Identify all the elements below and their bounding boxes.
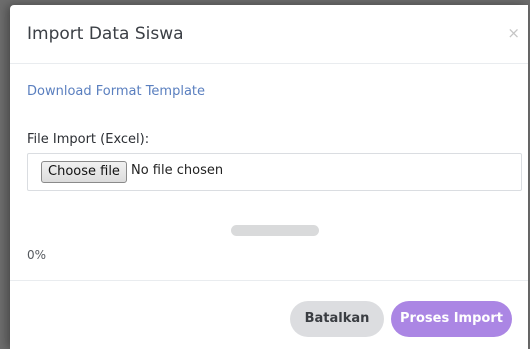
modal-footer: Batalkan Proses Import — [10, 280, 528, 349]
choose-file-button[interactable]: Choose file — [41, 161, 127, 183]
file-import-label: File Import (Excel): — [27, 132, 150, 147]
progress-bar — [231, 225, 319, 236]
import-modal: Import Data Siswa × Download Format Temp… — [10, 5, 528, 349]
cancel-button[interactable]: Batalkan — [290, 301, 384, 337]
file-input[interactable]: Choose file No file chosen — [27, 153, 522, 191]
modal-title: Import Data Siswa — [27, 24, 184, 44]
file-status-text: No file chosen — [131, 163, 224, 178]
download-template-link[interactable]: Download Format Template — [27, 84, 205, 99]
modal-header: Import Data Siswa × — [10, 5, 528, 64]
progress-percent-text: 0% — [27, 248, 47, 262]
close-icon[interactable]: × — [507, 26, 520, 41]
process-import-button[interactable]: Proses Import — [391, 301, 512, 337]
